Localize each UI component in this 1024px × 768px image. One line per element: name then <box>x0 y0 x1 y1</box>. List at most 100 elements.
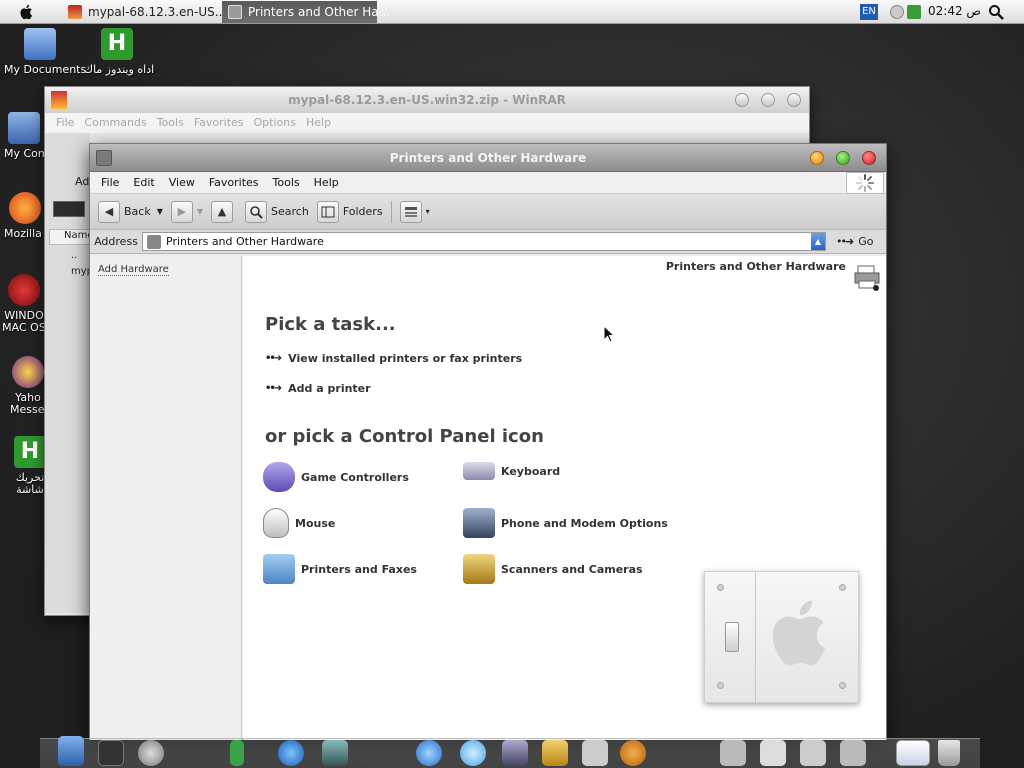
search-label: Search <box>271 205 309 218</box>
top-menubar: mypal-68.12.3.en-US.... Printers and Oth… <box>0 0 1024 24</box>
app-icon[interactable] <box>98 740 124 766</box>
task-add-printer[interactable]: ••➜ Add a printer <box>265 382 371 395</box>
maximize-button[interactable] <box>836 151 850 165</box>
chevron-down-icon[interactable]: ▼ <box>157 207 163 216</box>
views-icon <box>399 200 422 223</box>
cp-label: Printers and Faxes <box>301 562 417 576</box>
cp-printers-faxes[interactable]: Printers and Faxes <box>263 554 417 584</box>
search-icon[interactable] <box>988 4 1004 20</box>
winrar-row-parent[interactable]: .. <box>55 250 77 261</box>
cp-game-controllers[interactable]: Game Controllers <box>263 462 409 492</box>
winrar-add-label[interactable]: Ad <box>75 175 89 188</box>
cp-mouse[interactable]: Mouse <box>263 508 335 538</box>
cp-label: Scanners and Cameras <box>501 562 643 576</box>
up-folder-icon[interactable] <box>53 201 85 217</box>
app-icon[interactable] <box>582 740 608 766</box>
winrar-menu-options[interactable]: Options <box>249 113 301 133</box>
winrar-close-button[interactable] <box>787 93 801 107</box>
folders-label: Folders <box>342 205 383 218</box>
trash-icon[interactable] <box>938 740 960 766</box>
winrar-maximize-button[interactable] <box>761 93 775 107</box>
minimize-button[interactable] <box>810 151 824 165</box>
app-icon[interactable] <box>720 740 746 766</box>
forward-arrow-icon: ▶ <box>170 200 193 223</box>
winrar-menu-tools[interactable]: Tools <box>152 113 189 133</box>
app-icon[interactable] <box>800 740 826 766</box>
printers-titlebar[interactable]: Printers and Other Hardware <box>90 144 886 172</box>
winrar-column-name[interactable]: Name <box>49 229 94 245</box>
cp-scanners-cameras[interactable]: Scanners and Cameras <box>463 554 643 584</box>
task-pane-add-hardware[interactable]: Add Hardware <box>98 264 169 276</box>
apple-menu-icon[interactable] <box>18 3 36 21</box>
winrar-menu-file[interactable]: File <box>51 113 79 133</box>
window-preview-icon[interactable] <box>896 740 930 766</box>
cp-keyboard[interactable]: Keyboard <box>463 462 560 480</box>
app-icon[interactable] <box>322 740 348 766</box>
finder-icon[interactable] <box>58 736 84 766</box>
desktop-icon-my-documents[interactable]: My Documents <box>4 28 86 76</box>
cp-phone-modem[interactable]: Phone and Modem Options <box>463 508 668 538</box>
address-dropdown-icon[interactable]: ▲ <box>811 233 825 250</box>
menu-file[interactable]: File <box>94 176 126 189</box>
chevron-down-icon[interactable]: ▾ <box>426 207 430 216</box>
address-field[interactable]: Printers and Other Hardware ▲ <box>142 232 826 251</box>
winrar-row-file[interactable]: myp <box>55 266 93 277</box>
menu-edit[interactable]: Edit <box>126 176 161 189</box>
winrar-titlebar[interactable]: mypal-68.12.3.en-US.win32.zip - WinRAR <box>45 87 809 113</box>
winrar-minimize-button[interactable] <box>735 93 749 107</box>
taskbar-button-printers[interactable]: Printers and Other Ha... <box>222 1 390 23</box>
back-button[interactable]: ◀ Back ▼ <box>98 200 163 223</box>
winrar-icon <box>68 5 82 19</box>
menu-view[interactable]: View <box>162 176 202 189</box>
desktop-icon-my-computer[interactable]: My Com <box>4 112 49 160</box>
app-icon[interactable] <box>542 740 568 766</box>
dock <box>40 736 980 768</box>
app-icon[interactable] <box>278 740 304 766</box>
winrar-menu-help[interactable]: Help <box>301 113 336 133</box>
desktop-icon-move-screen[interactable]: H تحريك شاشة <box>14 436 46 496</box>
content-pane: Printers and Other Hardware Pick a task.… <box>243 256 886 740</box>
go-button[interactable]: ••➜ Go <box>836 235 873 248</box>
menu-tools[interactable]: Tools <box>266 176 307 189</box>
keyboard-icon <box>463 462 495 480</box>
winrar-visible-strip: Ad Name .. myp <box>45 133 94 613</box>
forward-button[interactable]: ▶ ▼ <box>170 200 203 223</box>
menu-favorites[interactable]: Favorites <box>202 176 266 189</box>
up-button[interactable]: ▲ <box>211 200 237 223</box>
mouse-pointer-icon <box>603 325 615 343</box>
clock[interactable]: 02:42 ص <box>928 4 981 18</box>
volume-icon[interactable] <box>890 5 904 19</box>
taskbar-label: Printers and Other Ha... <box>248 5 391 19</box>
app-icon[interactable] <box>138 740 164 766</box>
winrar-menu-favorites[interactable]: Favorites <box>189 113 249 133</box>
language-indicator[interactable]: EN <box>860 4 878 20</box>
close-button[interactable] <box>862 151 876 165</box>
app-icon[interactable] <box>620 740 646 766</box>
folders-button[interactable]: Folders <box>316 200 383 223</box>
search-button[interactable]: Search <box>245 200 309 223</box>
window-title: Printers and Other Hardware <box>389 151 587 165</box>
desktop-icon-firefox[interactable]: Mozilla F <box>4 192 52 240</box>
app-icon[interactable] <box>460 740 486 766</box>
h-app-icon: H <box>14 436 46 468</box>
views-button[interactable]: ▾ <box>399 200 430 223</box>
app-icon[interactable] <box>840 740 866 766</box>
control-panel-icon <box>228 5 242 19</box>
desktop-icon-mac-tool[interactable]: H اداه ويندوز ماك <box>84 28 154 76</box>
network-icon[interactable] <box>907 5 921 19</box>
app-icon[interactable] <box>502 740 528 766</box>
taskbar-button-mypal[interactable]: mypal-68.12.3.en-US.... <box>62 1 238 23</box>
desktop-icon-windows-mac-os[interactable]: WINDO MAC OS <box>2 274 46 334</box>
app-icon[interactable] <box>230 740 244 766</box>
desktop-icon-label: MAC OS <box>2 321 46 334</box>
task-view-printers[interactable]: ••➜ View installed printers or fax print… <box>265 352 522 365</box>
toolbar: ◀ Back ▼ ▶ ▼ ▲ Search Folders ▾ <box>90 194 886 230</box>
app-icon[interactable] <box>760 740 786 766</box>
menu-help[interactable]: Help <box>307 176 346 189</box>
desktop-icon-yahoo-messenger[interactable]: Yaho Messen <box>10 356 51 416</box>
winrar-menu-commands[interactable]: Commands <box>79 113 151 133</box>
address-value: Printers and Other Hardware <box>166 235 324 248</box>
virus-shaped-icon <box>8 274 40 306</box>
app-icon[interactable] <box>416 740 442 766</box>
control-panel-icon <box>147 234 161 249</box>
